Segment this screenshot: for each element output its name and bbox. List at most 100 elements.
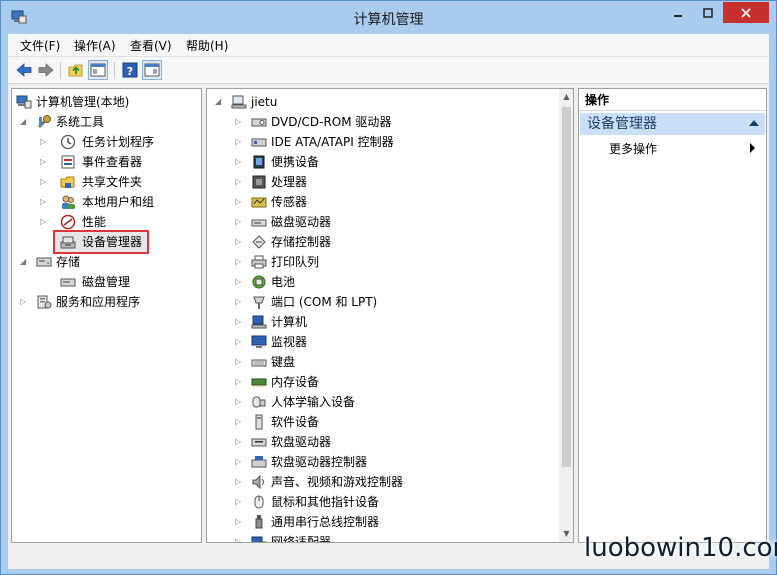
- expand-arrow-icon[interactable]: ▷: [235, 372, 245, 392]
- expand-arrow-icon[interactable]: ▷: [235, 112, 245, 132]
- submenu-arrow-icon[interactable]: [750, 143, 755, 153]
- services-icon: [37, 295, 52, 309]
- expand-arrow-icon[interactable]: ▷: [40, 132, 50, 152]
- watermark-text: luobowin10.com: [584, 533, 777, 563]
- expand-arrow-icon[interactable]: ▷: [235, 272, 245, 292]
- expand-arrow-icon[interactable]: ▷: [235, 492, 245, 512]
- menu-view[interactable]: 查看(V): [130, 37, 172, 54]
- monitor-icon: [251, 335, 267, 348]
- expand-arrow-icon[interactable]: ▷: [20, 292, 30, 312]
- maximize-icon: [703, 7, 713, 18]
- expand-arrow-icon[interactable]: ▷: [235, 212, 245, 232]
- memory-icon: [251, 378, 267, 387]
- maximize-button[interactable]: [695, 2, 721, 23]
- tree-label: 存储: [56, 255, 81, 269]
- keyboard-icon: [251, 359, 267, 367]
- expand-arrow-icon[interactable]: ▷: [235, 352, 245, 372]
- tree-label: 服务和应用程序: [56, 295, 141, 309]
- device-root-label: jietu: [251, 95, 278, 109]
- tree-label: 事件查看器: [82, 155, 143, 169]
- device-category-label: 鼠标和其他指针设备: [271, 495, 380, 509]
- more-actions-link[interactable]: 更多操作: [609, 140, 657, 157]
- tree-label: 计算机管理(本地): [36, 95, 130, 109]
- collapse-up-icon[interactable]: [749, 120, 759, 126]
- expand-arrow-icon[interactable]: ▷: [235, 252, 245, 272]
- show-hide-action-pane-icon[interactable]: [142, 60, 162, 80]
- expand-arrow-icon[interactable]: ▷: [40, 212, 50, 232]
- hid-icon: [252, 396, 266, 408]
- device-category-label: 软盘驱动器: [271, 435, 332, 449]
- expand-arrow-icon[interactable]: ▷: [235, 452, 245, 472]
- title-bar[interactable]: 计算机管理: [1, 1, 776, 34]
- minimize-button[interactable]: [665, 2, 691, 23]
- back-arrow-icon[interactable]: [15, 61, 33, 79]
- menu-bar: 文件(F) 操作(A) 查看(V) 帮助(H): [8, 34, 769, 57]
- close-button[interactable]: [723, 2, 769, 23]
- expand-arrow-icon[interactable]: ▷: [235, 312, 245, 332]
- menu-file[interactable]: 文件(F): [20, 37, 60, 54]
- device-category-label: IDE ATA/ATAPI 控制器: [271, 135, 394, 149]
- window-title: 计算机管理: [353, 12, 424, 28]
- expand-arrow-icon[interactable]: ▷: [235, 332, 245, 352]
- shared-folder-icon: [60, 176, 75, 188]
- software-device-icon: [255, 414, 263, 430]
- up-folder-icon[interactable]: [67, 61, 85, 79]
- client-area: 文件(F) 操作(A) 查看(V) 帮助(H) ? 计算机管理(本地) ◢ 系统…: [8, 34, 769, 569]
- clock-icon: [60, 134, 76, 150]
- battery-icon: [252, 275, 266, 289]
- expand-arrow-icon[interactable]: ▷: [235, 192, 245, 212]
- portable-device-icon: [253, 155, 265, 169]
- toolbar-separator: [60, 62, 61, 79]
- expand-arrow-icon[interactable]: ▷: [235, 412, 245, 432]
- device-category-label: 便携设备: [271, 155, 320, 169]
- scroll-up-arrow-icon[interactable]: ▲: [559, 89, 573, 105]
- menu-help[interactable]: 帮助(H): [186, 37, 228, 54]
- collapse-arrow-icon[interactable]: ◢: [20, 252, 30, 272]
- computer-management-icon: [16, 95, 32, 109]
- expand-arrow-icon[interactable]: ▷: [235, 432, 245, 452]
- device-category-label: 声音、视频和游戏控制器: [271, 475, 404, 489]
- tree-label: 性能: [82, 215, 107, 229]
- expand-arrow-icon[interactable]: ▷: [235, 132, 245, 152]
- help-icon[interactable]: ?: [121, 61, 139, 79]
- device-tree: ◢ jietu ▷ DVD/CD-ROM 驱动器 ▷ IDE ATA/ATAPI 控制…: [206, 88, 574, 543]
- expand-arrow-icon[interactable]: ▷: [235, 532, 245, 542]
- dvd-drive-icon: [251, 118, 267, 127]
- expand-arrow-icon[interactable]: ▷: [40, 152, 50, 172]
- vertical-scrollbar[interactable]: ▲ ▼: [559, 89, 573, 542]
- collapse-arrow-icon[interactable]: ◢: [20, 112, 30, 132]
- expand-arrow-icon[interactable]: ▷: [235, 152, 245, 172]
- actions-group-label: 设备管理器: [587, 116, 657, 132]
- scrollbar-thumb[interactable]: [562, 107, 571, 467]
- sensor-icon: [251, 197, 267, 208]
- event-viewer-icon: [61, 155, 75, 169]
- usb-icon: [255, 515, 263, 529]
- device-category-label: 端口 (COM 和 LPT): [271, 295, 378, 309]
- device-category-label: 打印队列: [271, 255, 320, 269]
- show-hide-tree-icon[interactable]: [88, 60, 108, 80]
- collapse-arrow-icon[interactable]: ◢: [215, 92, 225, 112]
- device-category-label: 键盘: [271, 355, 296, 369]
- port-icon: [253, 296, 265, 309]
- actions-group-device-manager[interactable]: 设备管理器: [580, 113, 765, 135]
- expand-arrow-icon[interactable]: ▷: [235, 392, 245, 412]
- device-category-label: 处理器: [271, 175, 308, 189]
- computer-icon: [231, 95, 247, 109]
- disk-management-icon: [60, 278, 76, 287]
- expand-arrow-icon[interactable]: ▷: [235, 232, 245, 252]
- expand-arrow-icon[interactable]: ▷: [40, 172, 50, 192]
- device-category-label: 网络适配器: [271, 535, 332, 543]
- tree-label: 系统工具: [56, 115, 105, 129]
- scroll-down-arrow-icon[interactable]: ▼: [559, 526, 573, 542]
- tree-label: 磁盘管理: [82, 275, 131, 289]
- menu-action[interactable]: 操作(A): [74, 37, 116, 54]
- forward-arrow-icon[interactable]: [37, 61, 55, 79]
- expand-arrow-icon[interactable]: ▷: [235, 472, 245, 492]
- expand-arrow-icon[interactable]: ▷: [40, 192, 50, 212]
- svg-text:?: ?: [127, 65, 133, 78]
- expand-arrow-icon[interactable]: ▷: [235, 512, 245, 532]
- expand-arrow-icon[interactable]: ▷: [235, 172, 245, 192]
- ide-controller-icon: [251, 138, 267, 147]
- expand-arrow-icon[interactable]: ▷: [235, 292, 245, 312]
- device-category-label: 电池: [271, 275, 296, 289]
